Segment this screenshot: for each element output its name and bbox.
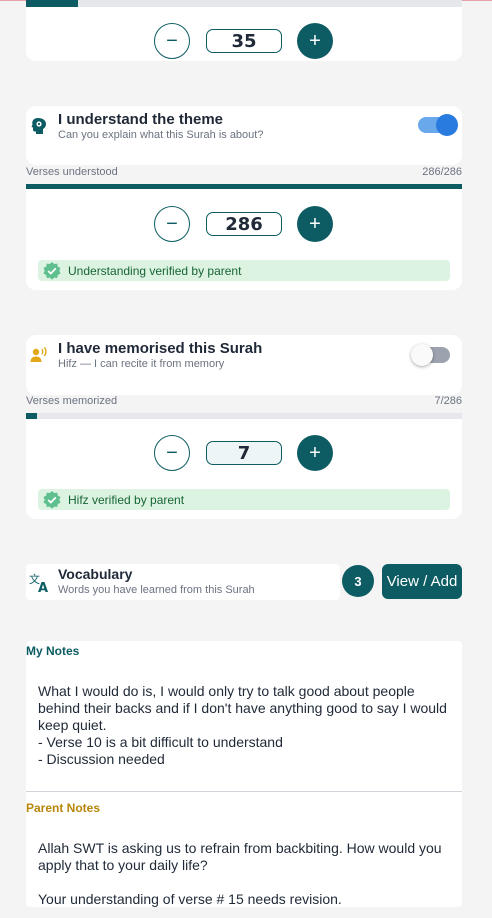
hifz-card: I have memorised this Surah Hifz — I can…	[26, 335, 462, 395]
hifz-verified-banner: Hifz verified by parent	[38, 489, 450, 510]
reading-progress-bar	[26, 0, 462, 7]
notes-card: What I would do is, I would only try to …	[26, 641, 462, 907]
verified-badge-icon	[43, 261, 61, 280]
verified-badge-icon	[43, 490, 61, 509]
theme-card: I understand the theme Can you explain w…	[26, 106, 462, 165]
hifz-stepper-card: − 7 + Hifz verified by parent	[26, 419, 462, 519]
theme-title: I understand the theme	[58, 111, 224, 128]
view-add-vocabulary-button[interactable]: View / Add	[382, 564, 462, 599]
hifz-progress-label: Verses memorized	[26, 395, 118, 407]
translate-icon: 文 A	[29, 572, 48, 593]
parent-notes-text: Allah SWT is asking us to refrain from b…	[38, 840, 442, 907]
theme-verified-text: Understanding verified by parent	[68, 263, 242, 278]
hifz-toggle[interactable]	[411, 344, 450, 366]
my-notes-text[interactable]: What I would do is, I would only try to …	[38, 683, 454, 768]
increment-button[interactable]: +	[297, 435, 333, 471]
vocabulary-card: 文 A Vocabulary Words you have learned fr…	[26, 564, 340, 600]
theme-progress-value: 286/286	[422, 166, 462, 178]
vocabulary-subtitle: Words you have learned from this Surah	[58, 584, 255, 596]
speaking-person-icon	[30, 347, 47, 362]
brain-head-icon	[31, 118, 46, 134]
decrement-button[interactable]: −	[154, 23, 190, 59]
theme-stepper: − 286 +	[26, 204, 462, 244]
hifz-subtitle: Hifz — I can recite it from memory	[58, 358, 225, 370]
notes-divider	[26, 791, 462, 792]
parent-notes-heading: Parent Notes	[26, 801, 101, 815]
hifz-stepper: − 7 +	[26, 433, 462, 473]
my-notes-heading: My Notes	[26, 644, 80, 658]
hifz-verified-text: Hifz verified by parent	[68, 492, 185, 507]
reading-stepper: − 35 +	[26, 21, 462, 61]
decrement-button[interactable]: −	[154, 435, 190, 471]
reading-count-field[interactable]: 35	[206, 29, 282, 53]
decrement-button[interactable]: −	[154, 206, 190, 242]
toggle-knob	[436, 114, 458, 136]
reading-progress-fill	[26, 0, 79, 7]
theme-subtitle: Can you explain what this Surah is about…	[58, 129, 264, 141]
theme-progress-label: Verses understood	[26, 166, 118, 178]
vocabulary-count-badge: 3	[342, 565, 374, 597]
hifz-progress-value: 7/286	[434, 395, 462, 407]
increment-button[interactable]: +	[297, 206, 333, 242]
theme-count-field[interactable]: 286	[206, 212, 282, 236]
theme-toggle[interactable]	[418, 114, 458, 136]
hifz-title: I have memorised this Surah	[58, 340, 263, 357]
toggle-knob	[411, 344, 433, 366]
reading-card: − 35 +	[26, 0, 462, 61]
theme-verified-banner: Understanding verified by parent	[38, 260, 450, 281]
theme-stepper-card: − 286 + Understanding verified by parent	[26, 189, 462, 290]
increment-button[interactable]: +	[297, 23, 333, 59]
hifz-count-field[interactable]: 7	[206, 441, 282, 465]
svg-text:A: A	[38, 581, 48, 593]
vocabulary-title: Vocabulary	[58, 566, 133, 582]
